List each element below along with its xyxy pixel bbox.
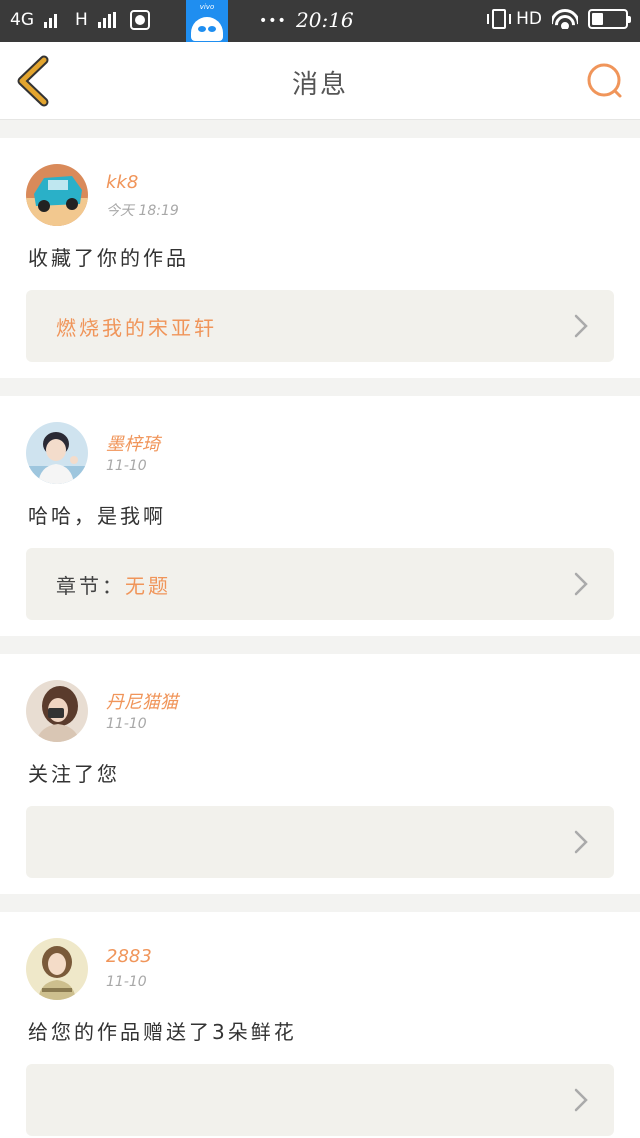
status-right: HD xyxy=(487,9,631,29)
message-time: 11-10 xyxy=(106,716,147,732)
attachment-link[interactable]: 燃烧我的宋亚轩 xyxy=(26,290,614,362)
chevron-right-icon xyxy=(574,314,588,338)
attachment-text: 章节：无题 xyxy=(56,570,171,599)
avatar[interactable] xyxy=(26,164,88,226)
attachment-link[interactable] xyxy=(26,1064,614,1136)
attachment-link[interactable]: 章节：无题 xyxy=(26,548,614,620)
chevron-right-icon xyxy=(574,830,588,854)
signal-icon-2 xyxy=(97,12,116,28)
message-item[interactable]: 丹尼猫猫 11-10 关注了您 xyxy=(0,654,640,894)
attachment-title: 燃烧我的宋亚轩 xyxy=(56,316,217,340)
network-4g-label: 4G xyxy=(10,10,34,30)
nav-bar: 消息 xyxy=(0,42,640,120)
avatar[interactable] xyxy=(26,938,88,1000)
message-time: 11-10 xyxy=(106,974,147,990)
attachment-text: 燃烧我的宋亚轩 xyxy=(56,312,217,341)
message-text: 哈哈，是我啊 xyxy=(28,504,166,528)
message-time: 11-10 xyxy=(106,458,147,474)
more-notifications-icon: ••• xyxy=(259,13,287,29)
signal-area: 4G H xyxy=(10,10,150,30)
search-button[interactable] xyxy=(584,60,626,102)
status-bar: 4G H vivo ••• 20:16 HD xyxy=(0,0,640,42)
username[interactable]: 墨梓琦 xyxy=(106,430,160,456)
message-item[interactable]: kk8 今天 18:19 收藏了你的作品 燃烧我的宋亚轩 xyxy=(0,138,640,378)
vivo-label: vivo xyxy=(199,3,215,11)
chevron-right-icon xyxy=(574,1088,588,1112)
message-text: 收藏了你的作品 xyxy=(28,246,189,270)
page-title: 消息 xyxy=(291,70,348,100)
avatar[interactable] xyxy=(26,422,88,484)
attachment-title: 无题 xyxy=(125,574,171,598)
browser-icon xyxy=(129,10,150,30)
message-time: 今天 18:19 xyxy=(106,203,179,219)
search-icon xyxy=(587,63,622,98)
message-item[interactable]: 墨梓琦 11-10 哈哈，是我啊 章节：无题 xyxy=(0,396,640,636)
attachment-link[interactable] xyxy=(26,806,614,878)
username[interactable]: 2883 xyxy=(106,946,152,967)
message-item[interactable]: 2883 11-10 给您的作品赠送了3朵鲜花 xyxy=(0,912,640,1138)
chevron-right-icon xyxy=(574,572,588,596)
avatar[interactable] xyxy=(26,680,88,742)
battery-level xyxy=(592,13,604,25)
attachment-prefix: 章节： xyxy=(56,574,125,598)
clock: 20:16 xyxy=(296,8,354,32)
battery-icon xyxy=(588,9,631,29)
signal-icon xyxy=(44,12,57,28)
vivo-assistant-icon: vivo xyxy=(186,0,228,42)
message-text: 关注了您 xyxy=(28,762,120,786)
network-h-label: H xyxy=(75,10,88,30)
username[interactable]: 丹尼猫猫 xyxy=(106,688,178,714)
message-text: 给您的作品赠送了3朵鲜花 xyxy=(28,1020,297,1044)
vibrate-icon xyxy=(487,9,512,29)
hd-label: HD xyxy=(516,9,542,29)
username[interactable]: kk8 xyxy=(106,172,138,193)
wifi-icon xyxy=(552,9,578,29)
